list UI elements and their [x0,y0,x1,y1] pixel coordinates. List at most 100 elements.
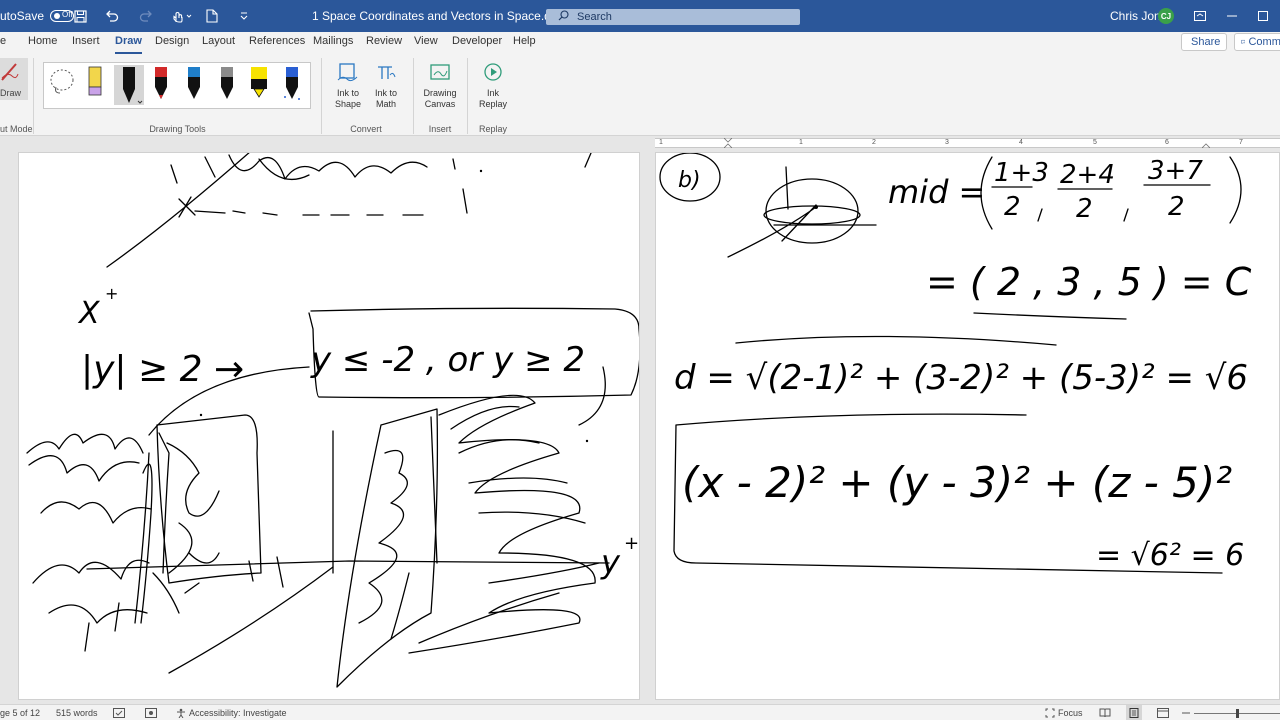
axis-x-plus: + [105,284,118,303]
tab-layout[interactable]: Layout [202,32,235,54]
gray-pen-icon[interactable] [216,65,238,105]
highlighter-pen-icon[interactable] [84,65,106,105]
ink-to-math-label-1: Ink to [374,88,397,98]
avatar-initials: CJ [1158,8,1174,24]
tab-insert[interactable]: Insert [72,32,100,54]
red-pen-icon[interactable] [150,65,172,105]
insert-group-label: Insert [428,124,452,134]
ribbon-display-icon[interactable] [1192,0,1208,32]
search-input[interactable]: Search [546,9,800,25]
search-placeholder: Search [577,11,612,23]
midpoint-result: = ( 2 , 3 , 5 ) = C [926,260,1252,304]
indent-marker-icon[interactable] [724,138,732,148]
sphere-equation: (x - 2)² + (y - 3)² + (z - 5)² [682,458,1232,507]
document-title[interactable]: 1 Space Coordinates and Vectors in Space… [312,0,584,32]
mid-denominator-2: 2 [1076,194,1093,224]
group-separator [33,58,34,134]
accessibility-checker[interactable]: Accessibility: Investigate [176,705,287,720]
zoom-thumb[interactable] [1236,708,1239,718]
ink-to-math-icon [364,58,408,86]
mode-group-label: ut Mode [0,124,33,134]
tab-design[interactable]: Design [155,32,189,54]
ink-replay-button[interactable]: Ink Replay [471,58,515,110]
left-equation-1: |y| ≥ 2 → [81,349,244,390]
drawing-canvas-button[interactable]: Drawing Canvas [418,58,462,110]
ruler-number: 5 [1093,139,1097,146]
document-page-right[interactable]: b) mid = 1+3 2 2+4 2 3+7 2 = ( 2 , 3 , 5… [655,152,1280,700]
ruler-number: 1 [659,139,663,146]
touch-mode-icon[interactable] [170,0,194,32]
blue-pen-icon[interactable] [183,65,205,105]
right-indent-marker-icon[interactable] [1202,138,1210,148]
black-pen-icon[interactable] [114,65,144,105]
macro-recording-icon[interactable] [145,705,157,720]
redo-icon[interactable] [138,0,154,32]
zoom-slider[interactable] [1194,705,1280,720]
glitter-pen-icon[interactable] [281,65,303,105]
ruler-number: 4 [1019,139,1023,146]
ruler-number: 2 [872,139,876,146]
print-layout-icon[interactable] [1126,705,1142,720]
ribbon: Draw ut Mode Drawing Tools Ink to Shape … [0,54,1280,136]
comments-button[interactable]: Comme [1234,33,1280,51]
autosave-switch[interactable]: Off [50,10,75,22]
proofing-icon[interactable] [113,705,125,720]
ink-replay-icon [471,58,515,86]
ruler-number: 7 [1239,139,1243,146]
web-layout-icon[interactable] [1157,705,1169,720]
tab-help[interactable]: Help [513,32,536,54]
ribbon-tabs: e Home Insert Draw Design Layout Referen… [0,32,1280,54]
tab-home[interactable]: Home [28,32,57,54]
page-indicator[interactable]: ge 5 of 12 [0,705,40,720]
share-button[interactable]: Share [1181,33,1227,51]
replay-group-label: Replay [478,124,507,134]
horizontal-ruler[interactable]: 1 1 2 3 4 5 6 7 [0,136,1280,150]
axis-y-plus: + [624,533,639,554]
share-label: Share [1191,36,1221,48]
word-count[interactable]: 515 words [56,705,98,720]
tab-mailings[interactable]: Mailings [313,32,353,54]
focus-icon [1045,708,1055,718]
ink-replay-label-2: Replay [478,99,507,109]
autosave-state: Off [62,10,73,19]
save-icon[interactable] [72,0,88,32]
drawing-canvas-label-2: Canvas [424,99,456,109]
tab-draw[interactable]: Draw [115,32,142,54]
undo-icon[interactable] [104,0,120,32]
accessibility-icon [177,708,185,718]
zoom-out-icon[interactable] [1182,705,1190,720]
draw-pen-icon [1,63,19,81]
tab-file[interactable]: e [0,32,6,54]
focus-mode-button[interactable]: Focus [1045,705,1083,720]
restore-icon[interactable] [1255,0,1271,32]
minimize-icon[interactable] [1224,0,1240,32]
avatar[interactable]: CJ [1158,0,1174,32]
accessibility-label: Accessibility: Investigate [189,708,287,718]
document-page-left[interactable]: X + |y| ≥ 2 → y ≤ -2 , or y ≥ 2 y + [18,152,640,700]
focus-label: Focus [1058,708,1083,718]
mid-denominator-1: 2 [1004,192,1021,222]
ink-drawing-left[interactable]: X + |y| ≥ 2 → y ≤ -2 , or y ≥ 2 y + [19,153,640,700]
ink-to-math-button[interactable]: Ink to Math [364,58,408,110]
status-bar: ge 5 of 12 515 words Accessibility: Inve… [0,704,1280,720]
zoom-track [1194,708,1280,718]
read-mode-icon[interactable] [1099,705,1111,720]
drawing-canvas-label-1: Drawing [423,88,457,98]
tab-references[interactable]: References [249,32,305,54]
mid-denominator-3: 2 [1168,192,1185,222]
ink-drawing-right[interactable]: b) mid = 1+3 2 2+4 2 3+7 2 = ( 2 , 3 , 5… [656,153,1280,700]
title-bar: utoSave Off 1 Space Coordinates and Vect… [0,0,1280,32]
group-separator [467,58,468,134]
ruler-number: 6 [1165,139,1169,146]
draw-tool-button[interactable]: Draw [0,58,28,100]
left-equation-2: y ≤ -2 , or y ≥ 2 [310,340,585,380]
lasso-select-icon[interactable] [48,65,76,105]
tab-view[interactable]: View [414,32,438,54]
ruler-number: 1 [799,139,803,146]
yellow-highlighter-icon[interactable] [248,65,270,105]
tab-review[interactable]: Review [366,32,402,54]
new-document-icon[interactable] [204,0,220,32]
tab-developer[interactable]: Developer [452,32,502,54]
autosave-toggle[interactable]: utoSave Off [0,0,75,32]
customize-toolbar-icon[interactable] [236,0,252,32]
